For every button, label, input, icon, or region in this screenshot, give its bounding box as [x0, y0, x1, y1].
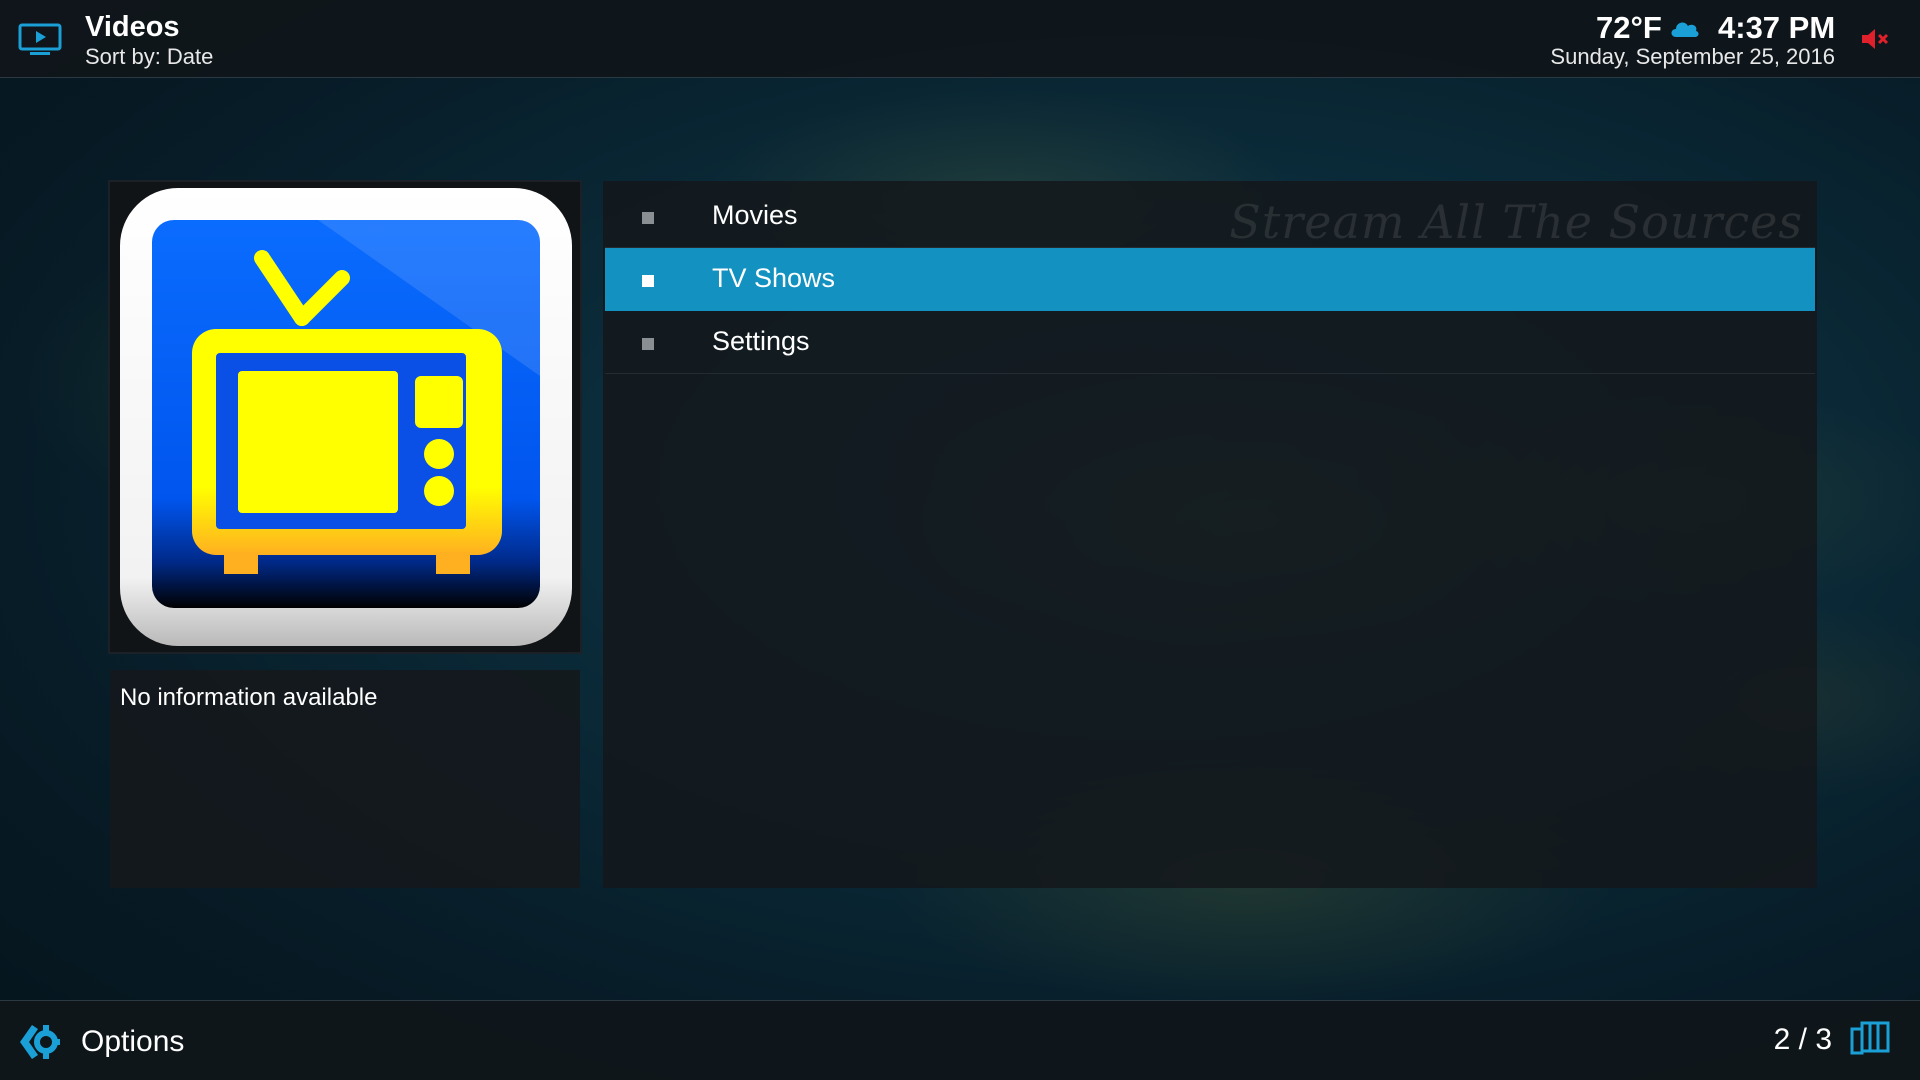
tv-icon [120, 188, 572, 646]
info-text: No information available [120, 684, 378, 711]
bullet-icon [642, 275, 654, 287]
page-indicator: 2 / 3 [1773, 1023, 1832, 1056]
list-item-label: TV Shows [712, 263, 836, 293]
bullet-icon [642, 212, 654, 224]
list-item-label: Movies [712, 200, 798, 230]
list-item-settings[interactable]: Settings [605, 311, 1815, 374]
list-item-label: Settings [712, 326, 810, 356]
options-button[interactable]: Options [81, 1025, 184, 1059]
options-icon[interactable] [18, 1021, 60, 1063]
cloud-icon [1671, 22, 1699, 37]
menu-list: Stream All The Sources Movies TV Shows S… [603, 181, 1817, 888]
bullet-icon [642, 338, 654, 350]
bottom-bar: Options 2 / 3 [0, 1000, 1920, 1080]
list-item-movies[interactable]: Movies [605, 185, 1815, 248]
thumbnail-panel [108, 180, 582, 654]
weather-temperature: 72°F [1596, 10, 1662, 45]
muted-speaker-icon[interactable] [1860, 26, 1890, 52]
clock-date: Sunday, September 25, 2016 [1550, 44, 1835, 69]
list-item-tv-shows[interactable]: TV Shows [605, 248, 1815, 311]
sort-label: Sort by: Date [85, 44, 214, 69]
info-panel: No information available [110, 670, 580, 888]
clock-time: 4:37 PM [1718, 10, 1836, 45]
page-title: Videos [85, 11, 180, 43]
view-mode-icon[interactable] [1850, 1021, 1890, 1055]
top-bar: Videos Sort by: Date 72°F 4:37 PM Sunday… [0, 0, 1920, 78]
videos-icon [18, 23, 62, 55]
